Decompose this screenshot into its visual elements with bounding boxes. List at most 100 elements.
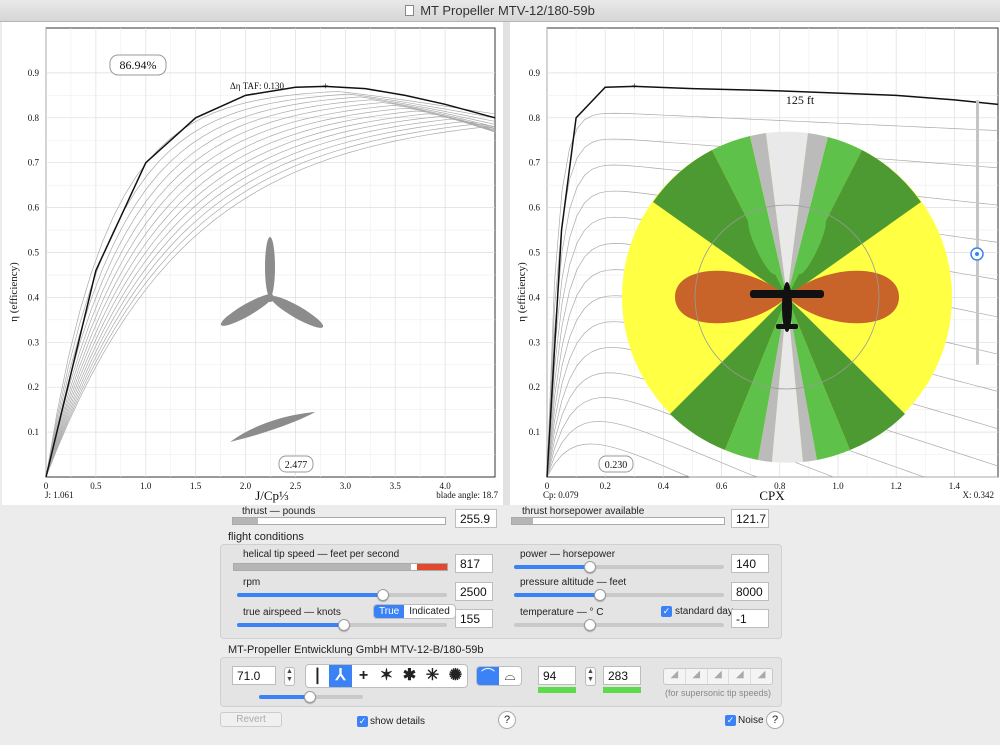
- tip-shape-5-icon[interactable]: ◢: [751, 669, 772, 684]
- distance-label: 125 ft: [786, 93, 815, 107]
- standard-day-label: standard day: [675, 606, 733, 617]
- airspeed-true-option[interactable]: True: [374, 605, 405, 618]
- thrust-label: thrust — pounds: [242, 506, 316, 517]
- window-titlebar: MT Propeller MTV-12/180-59b: [0, 0, 1000, 22]
- flight-conditions-title: flight conditions: [228, 531, 304, 543]
- left-chart-svg: + 0 0.5 1.0 1.5 2.0 2.5 3.0 3.5 4.00.10.20.30.40…: [8, 27, 498, 503]
- altitude-value[interactable]: 8000: [731, 582, 769, 601]
- efficiency-vs-cpx-chart[interactable]: + 0 0.2 0.4 0.6 0.8 1.0 1.2 1.4 0.1 0.2 0.3 0.4 0.5 0…: [510, 22, 1000, 505]
- y-tick-label: 0.7: [529, 158, 541, 168]
- noise-checkbox[interactable]: ✓: [725, 715, 736, 726]
- y-tick-label: 0.9: [529, 68, 541, 78]
- airspeed-indicated-option[interactable]: Indicated: [404, 605, 455, 618]
- field-a-green-bar: [538, 687, 576, 693]
- blade-count-4[interactable]: +: [352, 665, 375, 687]
- field-a-stepper[interactable]: ▲ ▼: [585, 667, 596, 686]
- show-details-checkbox[interactable]: ✓: [357, 716, 368, 727]
- x-tick-label: 1.0: [832, 481, 844, 491]
- x-tick-label: 1.5: [190, 481, 202, 491]
- diameter-value[interactable]: 71.0: [232, 666, 276, 685]
- blade-shape-toggle[interactable]: ⌒ ⌓: [476, 666, 522, 686]
- blade-count-8[interactable]: ✺: [444, 665, 467, 687]
- blade-count-selector[interactable]: ❘ ⅄ + ✶ ✱ ✳ ✺: [305, 664, 468, 688]
- efficiency-vs-j-chart[interactable]: + 0 0.5 1.0 1.5 2.0 2.5 3.0 3.5 4.0 0.1 0.2 0.3 0.4 0…: [2, 22, 503, 505]
- altitude-slider[interactable]: [514, 593, 724, 597]
- help-button-right[interactable]: ?: [766, 711, 784, 729]
- tip-shape-4-icon[interactable]: ◢: [729, 669, 752, 684]
- blade-shape-b-icon[interactable]: ⌓: [499, 667, 521, 685]
- operating-point-marker: +: [322, 80, 328, 92]
- tip-shape-3-icon[interactable]: ◢: [708, 669, 730, 684]
- y-tick-label: 0.1: [28, 427, 39, 437]
- y-tick-label: 0.5: [529, 248, 541, 258]
- altitude-label: pressure altitude — feet: [520, 577, 627, 588]
- y-tick-label: 0.9: [28, 68, 40, 78]
- y-tick-label: 0.2: [529, 382, 540, 392]
- x-tick-label: 0.5: [90, 481, 102, 491]
- j-readout: J: 1.061: [45, 490, 74, 500]
- x-tick-label: 1.4: [949, 481, 961, 491]
- field-a-value[interactable]: 94: [538, 666, 576, 685]
- standard-day-checkbox[interactable]: ✓: [661, 606, 672, 617]
- temperature-value[interactable]: -1: [731, 609, 769, 628]
- blade-count-2[interactable]: ❘: [306, 665, 329, 687]
- propeller-front-icon: [220, 237, 324, 328]
- field-b-value[interactable]: 283: [603, 666, 641, 685]
- x-tick-label: 3.0: [340, 481, 352, 491]
- diameter-slider-knob[interactable]: [304, 691, 316, 703]
- right-ylabel: η (efficiency): [516, 262, 528, 322]
- blade-angle-readout: blade angle: 18.7: [436, 490, 498, 500]
- controls-panel: thrust — pounds 255.9 thrust horsepower …: [0, 505, 1000, 745]
- svg-text:0.230: 0.230: [605, 460, 628, 471]
- left-ylabel: η (efficiency): [8, 262, 20, 322]
- airspeed-slider-knob[interactable]: [338, 619, 350, 631]
- tip-shape-2-icon[interactable]: ◢: [686, 669, 708, 684]
- airspeed-value[interactable]: 155: [455, 609, 493, 628]
- altitude-slider-knob[interactable]: [594, 589, 606, 601]
- propeller-title: MT-Propeller Entwicklung GmbH MTV-12-B/1…: [228, 644, 484, 656]
- noise-label: Noise: [738, 715, 764, 726]
- zoom-slider[interactable]: [970, 100, 984, 365]
- power-value[interactable]: 140: [731, 554, 769, 573]
- supersonic-note: (for supersonic tip speeds): [665, 688, 772, 698]
- x-tick-label: 0.4: [658, 481, 670, 491]
- airspeed-mode-toggle[interactable]: True Indicated: [373, 604, 456, 619]
- help-button-center[interactable]: ?: [498, 711, 516, 729]
- power-label: power — horsepower: [520, 549, 616, 560]
- y-tick-label: 0.6: [529, 203, 541, 213]
- rpm-slider[interactable]: [237, 593, 447, 597]
- y-tick-label: 0.5: [28, 248, 40, 258]
- y-tick-label: 0.2: [28, 382, 39, 392]
- blade-count-5[interactable]: ✶: [375, 665, 398, 687]
- svg-text:2.477: 2.477: [285, 460, 308, 471]
- thp-value: 121.7: [731, 509, 769, 528]
- tip-speed-bar: [233, 563, 448, 571]
- temperature-slider-knob[interactable]: [584, 619, 596, 631]
- temperature-slider[interactable]: [514, 623, 724, 627]
- y-tick-label: 0.8: [28, 113, 40, 123]
- blade-count-3[interactable]: ⅄: [329, 665, 352, 687]
- power-slider-knob[interactable]: [584, 561, 596, 573]
- thp-label: thrust horsepower available: [522, 506, 645, 517]
- thp-bar: [511, 517, 725, 525]
- rpm-slider-knob[interactable]: [377, 589, 389, 601]
- cpx-badge[interactable]: 0.230: [598, 455, 634, 473]
- right-chart-svg: + 0 0.2 0.4 0.6 0.8 1.0 1.2 1.40.10.20.30.40.50…: [516, 27, 999, 503]
- tip-shape-1-icon[interactable]: ◢: [664, 669, 686, 684]
- tip-shape-selector[interactable]: ◢ ◢ ◢ ◢ ◢: [663, 668, 773, 685]
- blade-shape-a-icon[interactable]: ⌒: [477, 667, 499, 685]
- taf-label: Δη TAF: 0.130: [230, 81, 285, 91]
- revert-button[interactable]: Revert: [220, 712, 282, 727]
- rpm-value[interactable]: 2500: [455, 582, 493, 601]
- y-tick-label: 0.1: [529, 427, 540, 437]
- blade-count-6[interactable]: ✱: [398, 665, 421, 687]
- blade-count-7[interactable]: ✳: [421, 665, 444, 687]
- diameter-stepper[interactable]: ▲ ▼: [284, 667, 295, 686]
- split-divider[interactable]: [503, 22, 510, 505]
- field-b-green-bar: [603, 687, 641, 693]
- j-badge[interactable]: 2.477: [278, 455, 314, 473]
- y-tick-label: 0.7: [28, 158, 40, 168]
- temperature-label: temperature — ° C: [520, 607, 604, 618]
- tip-speed-value: 817: [455, 554, 493, 573]
- power-slider[interactable]: [514, 565, 724, 569]
